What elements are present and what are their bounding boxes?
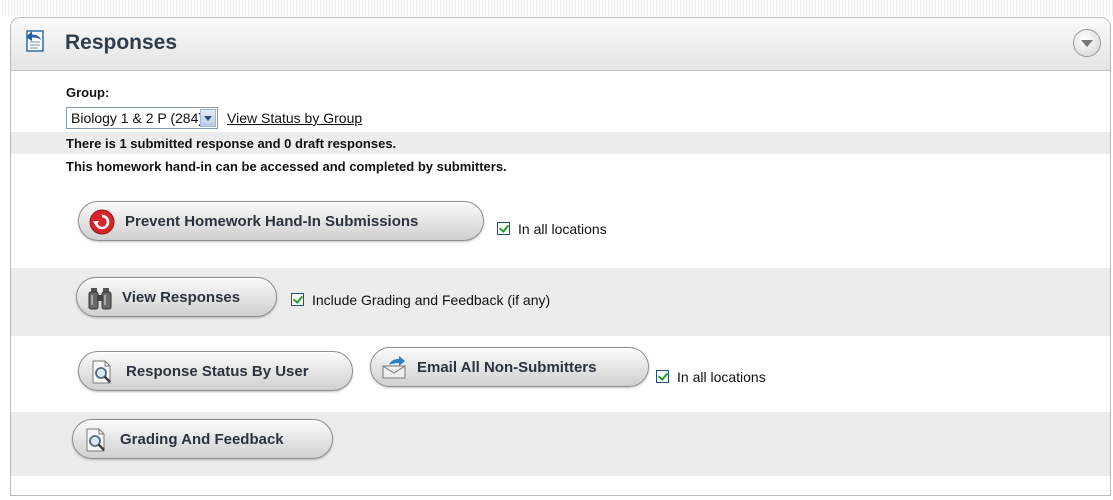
top-stripe — [0, 0, 1113, 16]
response-status-by-user-label: Response Status By User — [126, 363, 309, 380]
view-responses-label: View Responses — [122, 289, 241, 306]
include-grading-checkbox[interactable] — [291, 293, 304, 306]
document-magnifier-icon — [86, 428, 105, 452]
red-undo-icon — [89, 209, 115, 235]
include-grading-label: Include Grading and Feedback (if any) — [312, 292, 551, 308]
responses-panel: Responses Group: Biology 1 & 2 P (284) V… — [10, 17, 1111, 496]
email-non-submitters-button[interactable]: Email All Non-Submitters — [370, 347, 649, 387]
grading-and-feedback-label: Grading And Feedback — [120, 431, 284, 448]
prevent-submissions-label: Prevent Homework Hand-In Submissions — [125, 213, 419, 230]
prevent-all-locations-checkbox[interactable] — [497, 222, 510, 235]
access-status-text: This homework hand-in can be accessed an… — [66, 159, 507, 174]
email-non-submitters-label: Email All Non-Submitters — [417, 359, 597, 376]
group-select-value: Biology 1 & 2 P (284) — [71, 110, 204, 126]
email-all-locations-checkbox[interactable] — [656, 370, 669, 383]
response-status-by-user-button[interactable]: Response Status By User — [78, 351, 353, 391]
chevron-down-circle-icon[interactable] — [1073, 29, 1101, 57]
panel-title: Responses — [65, 31, 178, 54]
envelope-arrow-icon — [382, 356, 406, 379]
grading-and-feedback-button[interactable]: Grading And Feedback — [72, 419, 333, 459]
group-label: Group: — [66, 85, 110, 100]
panel-header: Responses — [11, 18, 1110, 71]
binoculars-icon — [88, 288, 112, 310]
prevent-submissions-button[interactable]: Prevent Homework Hand-In Submissions — [78, 201, 484, 241]
email-all-locations-label: In all locations — [677, 369, 766, 385]
view-responses-button[interactable]: View Responses — [76, 277, 277, 317]
view-status-by-group-link[interactable]: View Status by Group — [227, 110, 362, 126]
prevent-all-locations-label: In all locations — [518, 221, 607, 237]
group-select[interactable]: Biology 1 & 2 P (284) — [66, 107, 218, 129]
responses-summary: There is 1 submitted response and 0 draf… — [66, 136, 397, 151]
chevron-down-icon[interactable] — [200, 109, 216, 127]
back-document-icon — [26, 30, 44, 52]
document-magnifier-icon — [92, 360, 111, 384]
